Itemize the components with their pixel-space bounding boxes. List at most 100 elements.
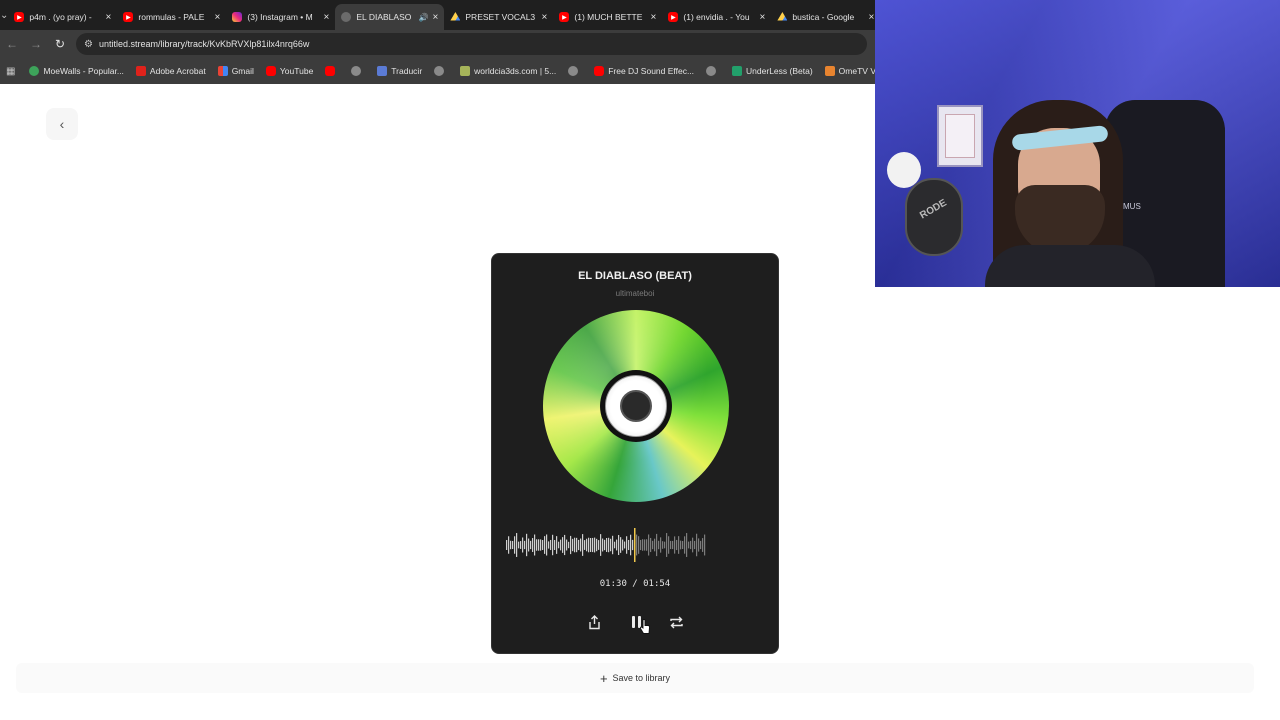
waveform-bar [554,540,556,550]
waveform-bar [544,536,546,554]
waveform-bar [564,534,566,556]
waveform-bar [568,541,570,549]
close-tab-icon[interactable]: × [869,12,875,23]
browser-tab[interactable]: (3) Instagram • M × [226,4,335,30]
waveform-bar [644,539,646,551]
tab-strip: ▶ p4m . (yo pray) - × ▶ rommulas - PALE × (3)… [8,0,880,30]
close-tab-icon[interactable]: × [651,12,657,23]
disc-center-hole [620,390,652,422]
waveform-bar [698,538,700,552]
waveform-bar [520,541,522,549]
browser-tab[interactable]: ▶ (1) envidia . - You × [662,4,771,30]
waveform-bar [684,536,686,554]
tab-title: EL DIABLASO [356,12,412,22]
bookmark-item[interactable] [351,66,365,76]
back-button[interactable]: ‹ [46,108,78,140]
bookmark-item[interactable]: Traducir [377,66,422,76]
waveform-bar [622,539,624,551]
track-duration: 01:54 [643,579,671,589]
reload-icon[interactable]: ↻ [48,32,72,56]
repeat-button[interactable] [666,612,686,632]
waveform-bar [524,540,526,550]
close-tab-icon[interactable]: × [433,12,439,23]
browser-tab[interactable]: PRESET VOCAL3 × [444,4,553,30]
browser-tab[interactable]: ▶ p4m . (yo pray) - × [8,4,117,30]
close-tab-icon[interactable]: × [106,12,112,23]
close-tab-icon[interactable]: × [215,12,221,23]
bookmark-favicon-icon [265,66,276,76]
repeat-icon [669,616,683,628]
close-tab-icon[interactable]: × [542,12,548,23]
bookmark-item[interactable]: YouTube [265,66,314,76]
waveform-bar [632,539,634,551]
bookmark-item[interactable] [325,66,339,76]
playhead-marker[interactable] [634,528,636,562]
bookmark-item[interactable]: Free DJ Sound Effec... [594,66,694,76]
site-info-icon[interactable]: ⚙ [84,39,93,50]
bookmark-label: YouTube [279,66,314,76]
browser-tab[interactable]: bustica - Google × [771,4,880,30]
waveform-bar [702,538,704,552]
waveform-bar [556,536,558,554]
waveform-bar [550,539,552,551]
waveform-bar [670,540,672,550]
tab-title: (1) envidia . - You [683,12,750,22]
waveform-bar [534,534,536,556]
close-tab-icon[interactable]: × [324,12,330,23]
waveform-bar [696,533,698,557]
url-text[interactable]: untitled.stream/library/track/KvKbRVXlp8… [99,39,309,49]
waveform-bar [636,534,638,556]
save-to-library-button[interactable]: + Save to library [600,672,670,685]
waveform-bar [666,533,668,557]
waveform-bar [660,537,662,553]
bookmark-label: UnderLess (Beta) [746,66,813,76]
bookmark-item[interactable]: worldcia3ds.com | 5... [460,66,556,76]
waveform-bar [612,535,614,555]
back-arrow-icon[interactable]: ← [0,32,24,56]
browser-toolbar: ← → ↻ ⚙ untitled.stream/library/track/Kv… [0,30,875,58]
browser-tab[interactable]: ▶ (1) MUCH BETTE × [553,4,662,30]
bookmark-item[interactable]: Gmail [217,66,254,76]
bookmark-item[interactable] [434,66,448,76]
waveform-bar [582,534,584,556]
apps-grid-icon[interactable]: ▦ [6,66,15,77]
waveform-bar [570,535,572,555]
tab-title: rommulas - PALE [138,12,205,22]
waveform-bar [566,539,568,551]
waveform-bar [616,539,618,551]
bookmark-item[interactable]: MoeWalls - Popular... [29,66,124,76]
browser-tab[interactable]: EL DIABLASO 🔊 × [335,4,445,30]
webcam-microphone [905,178,963,256]
track-artist[interactable]: ultimateboi [492,289,778,298]
waveform-bar [576,537,578,553]
tab-search-dropdown-icon[interactable]: ⌄ [0,0,8,30]
bookmark-list: MoeWalls - Popular... Adobe Acrobat Gmail Y… [29,66,931,76]
waveform-bar [510,540,512,550]
share-button[interactable] [584,612,604,632]
speaker-icon[interactable]: 🔊 [419,13,429,22]
waveform-bar [662,541,664,549]
waveform-bar [638,536,640,554]
waveform-bar [630,534,632,556]
bookmark-item[interactable]: UnderLess (Beta) [732,66,813,76]
browser-tab[interactable]: ▶ rommulas - PALE × [117,4,226,30]
bookmark-favicon-icon [217,66,228,76]
waveform-bar [674,536,676,554]
bookmark-item[interactable] [706,66,720,76]
bookmarks-bar: ▦ MoeWalls - Popular... Adobe Acrobat Gmai… [0,58,919,84]
close-tab-icon[interactable]: × [760,12,766,23]
bookmark-item[interactable]: Adobe Acrobat [135,66,206,76]
share-icon [588,614,600,629]
bookmark-item[interactable] [568,66,582,76]
waveform-bar [686,533,688,557]
waveform-bar [654,538,656,552]
waveform-bar [514,536,516,554]
bookmark-label: worldcia3ds.com | 5... [474,66,557,76]
waveform-bar [610,538,612,552]
waveform-scrubber[interactable] [506,528,706,562]
browser-tab-bar: ⌄ ▶ p4m . (yo pray) - × ▶ rommulas - PALE ×(… [0,0,875,30]
forward-arrow-icon[interactable]: → [24,32,48,56]
address-bar[interactable]: ⚙ untitled.stream/library/track/KvKbRVXl… [76,33,867,55]
waveform-bar [680,540,682,550]
tab-title: PRESET VOCAL3 [465,12,536,22]
